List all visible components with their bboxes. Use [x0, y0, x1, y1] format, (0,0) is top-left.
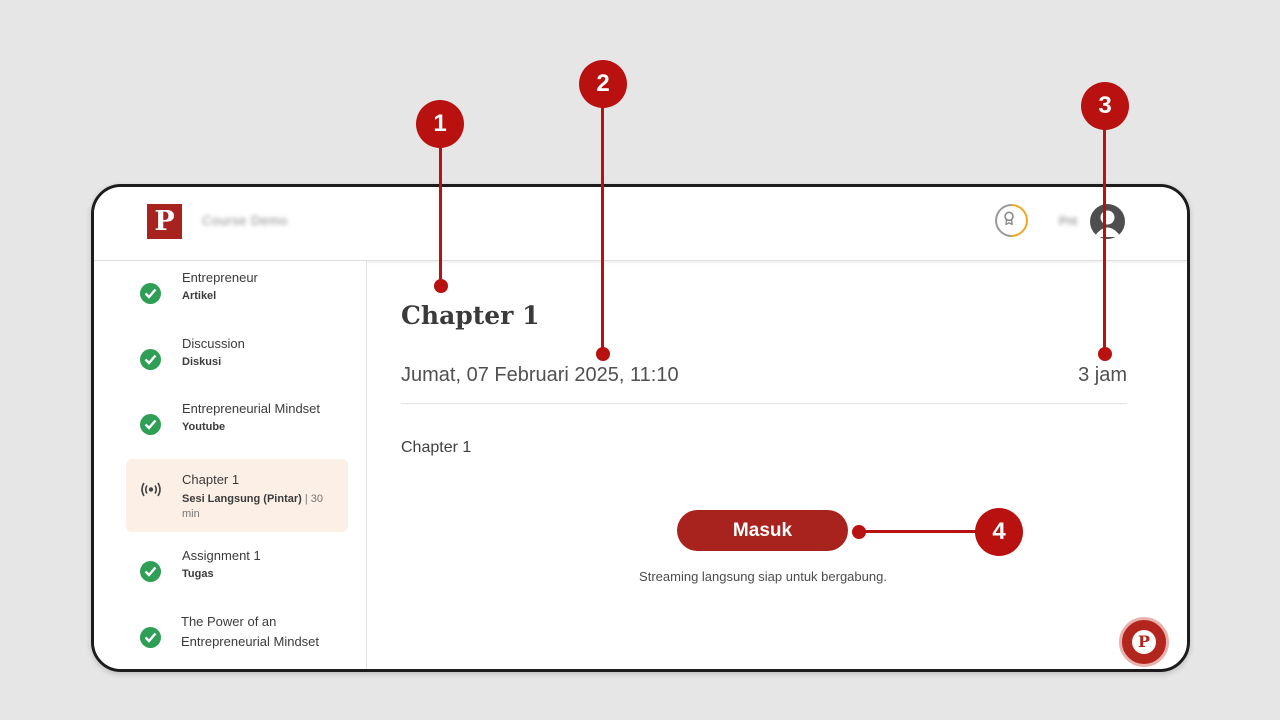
- check-circle-icon: [140, 561, 161, 582]
- check-circle-icon: [140, 414, 161, 435]
- sidebar-item-type: Sesi Langsung (Pintar) | 30: [182, 493, 324, 505]
- lesson-sidebar: Entrepreneur Artikel Discussion Diskusi …: [94, 261, 367, 669]
- callout-1-line: [439, 146, 442, 286]
- sidebar-item-entrepreneur[interactable]: Entrepreneur Artikel: [126, 267, 348, 323]
- course-title: Course Demo: [202, 213, 288, 228]
- callout-3-line: [1103, 128, 1106, 354]
- callout-marker-4: 4: [975, 508, 1023, 556]
- callout-4-line: [858, 530, 978, 533]
- join-button[interactable]: Masuk: [677, 510, 848, 551]
- callout-marker-2: 2: [579, 60, 627, 108]
- session-datetime: Jumat, 07 Februari 2025, 11:10: [401, 364, 679, 386]
- live-broadcast-icon: [139, 479, 163, 500]
- user-name[interactable]: Pnt: [1059, 214, 1077, 228]
- sidebar-item-entrepreneurial-mindset[interactable]: Entrepreneurial Mindset Youtube: [126, 398, 348, 454]
- callout-marker-1: 1: [416, 100, 464, 148]
- sidebar-item-label-line2: Entrepreneurial Mindset: [181, 634, 320, 649]
- sidebar-item-chapter-1[interactable]: Chapter 1 Sesi Langsung (Pintar) | 30 mi…: [126, 459, 348, 532]
- sidebar-item-label: The Power of an: [181, 614, 277, 629]
- sidebar-item-power-of-mindset[interactable]: The Power of an Entrepreneurial Mindset: [126, 611, 348, 669]
- main-content: Chapter 1 Jumat, 07 Februari 2025, 11:10…: [367, 261, 1187, 669]
- session-description: Chapter 1: [401, 439, 472, 456]
- chat-help-button[interactable]: P: [1119, 617, 1169, 667]
- chat-bubble-icon: P: [1132, 630, 1156, 654]
- check-circle-icon: [140, 283, 161, 304]
- sidebar-item-label: Entrepreneur: [182, 270, 258, 285]
- callout-1-dot: [434, 279, 448, 293]
- sidebar-item-label: Chapter 1: [182, 472, 240, 487]
- top-bar: P Course Demo Pnt: [94, 187, 1187, 261]
- check-circle-icon: [140, 627, 161, 648]
- divider: [401, 403, 1127, 404]
- sidebar-item-label: Assignment 1: [182, 548, 261, 563]
- check-circle-icon: [140, 349, 161, 370]
- sidebar-item-label: Discussion: [182, 336, 245, 351]
- achievement-badge-icon[interactable]: [988, 197, 1035, 244]
- callout-2-line: [601, 106, 604, 354]
- callout-marker-3: 3: [1081, 82, 1129, 130]
- user-avatar-icon[interactable]: [1090, 204, 1125, 239]
- sidebar-item-type: Youtube: [182, 421, 226, 433]
- callout-4-dot: [852, 525, 866, 539]
- sidebar-item-type: Artikel: [182, 290, 217, 302]
- page-title: Chapter 1: [401, 301, 540, 330]
- stream-status-text: Streaming langsung siap untuk bergabung.: [639, 569, 887, 584]
- app-window: P Course Demo Pnt Entrepreneur Artikel D…: [91, 184, 1190, 672]
- brand-logo[interactable]: P: [147, 204, 182, 239]
- sidebar-item-label: Entrepreneurial Mindset: [182, 401, 321, 416]
- callout-3-dot: [1098, 347, 1112, 361]
- sidebar-item-type: Diskusi: [182, 356, 222, 368]
- sidebar-item-type: Tugas: [182, 568, 214, 580]
- sidebar-item-discussion[interactable]: Discussion Diskusi: [126, 333, 348, 389]
- sidebar-item-duration: min: [182, 508, 200, 520]
- session-duration: 3 jam: [1078, 364, 1127, 386]
- callout-2-dot: [596, 347, 610, 361]
- sidebar-item-assignment-1[interactable]: Assignment 1 Tugas: [126, 546, 348, 602]
